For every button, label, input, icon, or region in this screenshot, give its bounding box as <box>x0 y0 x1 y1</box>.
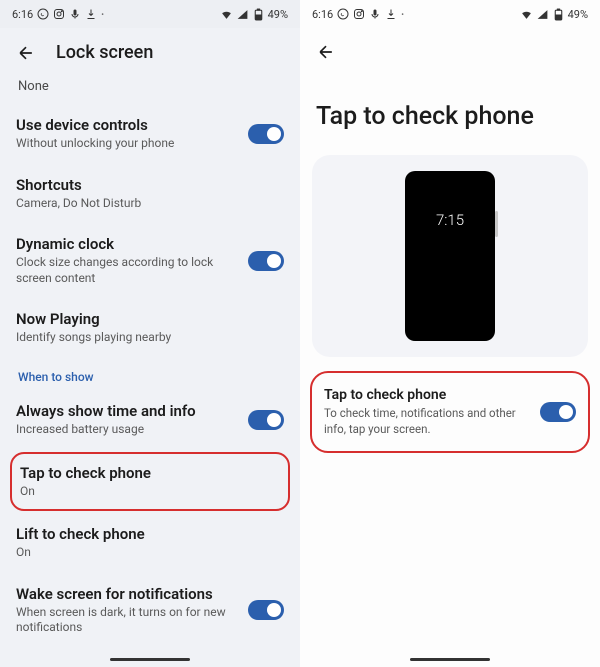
battery-icon <box>552 8 565 21</box>
setting-desc: When screen is dark, it turns on for new… <box>16 605 240 636</box>
setting-title: Lift to check phone <box>16 525 276 543</box>
section-when-to-show: When to show <box>16 358 284 390</box>
setting-always-show[interactable]: Always show time and info Increased batt… <box>16 390 284 450</box>
toggle-device-controls[interactable] <box>248 124 284 144</box>
toggle-always-show[interactable] <box>248 410 284 430</box>
status-dot: • <box>401 10 404 19</box>
status-dot: • <box>101 10 104 19</box>
instagram-icon <box>353 8 365 20</box>
setting-desc: On <box>20 484 272 500</box>
setting-desc: Increased battery usage <box>16 422 240 438</box>
setting-desc: Identify songs playing nearby <box>16 330 276 346</box>
signal-icon <box>236 8 249 21</box>
setting-title: Dynamic clock <box>16 235 240 253</box>
setting-desc: Without unlocking your phone <box>16 136 240 152</box>
whatsapp-icon <box>337 8 349 20</box>
setting-desc: Camera, Do Not Disturb <box>16 196 276 212</box>
page-title: Tap to check phone <box>308 72 592 155</box>
screen-lock-settings: 6:16 • 49% Lock screen None Use device c… <box>0 0 300 667</box>
status-bar: 6:16 • 49% <box>0 0 300 28</box>
detail-desc: To check time, notifications and other i… <box>324 406 532 437</box>
wifi-icon <box>220 8 233 21</box>
battery-percent: 49% <box>568 8 588 21</box>
nav-pill[interactable] <box>110 658 190 661</box>
download-icon <box>85 8 97 20</box>
setting-lift-to-check[interactable]: Lift to check phone On <box>16 513 284 573</box>
whatsapp-icon <box>37 8 49 20</box>
back-icon[interactable] <box>16 43 36 63</box>
status-time: 6:16 <box>12 8 33 21</box>
highlight-tap-to-check: Tap to check phone On <box>10 452 290 512</box>
phone-clock: 7:15 <box>436 211 464 229</box>
toggle-wake-notifications[interactable] <box>248 600 284 620</box>
setting-desc: Clock size changes according to lock scr… <box>16 255 240 286</box>
setting-dynamic-clock[interactable]: Dynamic clock Clock size changes accordi… <box>16 223 284 298</box>
setting-device-controls[interactable]: Use device controls Without unlocking yo… <box>16 104 284 164</box>
none-value[interactable]: None <box>16 73 284 104</box>
appbar: Lock screen <box>0 28 300 73</box>
battery-icon <box>252 8 265 21</box>
phone-side-button <box>495 211 498 237</box>
setting-title: Wake screen for notifications <box>16 585 240 603</box>
setting-title: Use device controls <box>16 116 240 134</box>
detail-title: Tap to check phone <box>324 387 532 403</box>
nav-pill[interactable] <box>410 658 490 661</box>
phone-mockup: 7:15 <box>405 171 495 341</box>
setting-now-playing[interactable]: Now Playing Identify songs playing nearb… <box>16 298 284 358</box>
microphone-icon <box>69 8 81 20</box>
highlight-detail-card: Tap to check phone To check time, notifi… <box>310 371 590 453</box>
microphone-icon <box>369 8 381 20</box>
screen-tap-to-check: 6:16 • 49% Tap to check phone 7:15 <box>300 0 600 667</box>
instagram-icon <box>53 8 65 20</box>
setting-title: Always show time and info <box>16 402 240 420</box>
page-title: Lock screen <box>56 42 153 63</box>
setting-tap-to-check[interactable]: Tap to check phone On <box>20 460 280 504</box>
wifi-icon <box>520 8 533 21</box>
battery-percent: 49% <box>268 8 288 21</box>
setting-title: Shortcuts <box>16 176 276 194</box>
setting-wake-notifications[interactable]: Wake screen for notifications When scree… <box>16 573 284 648</box>
appbar <box>300 28 600 72</box>
setting-desc: On <box>16 545 276 561</box>
status-time: 6:16 <box>312 8 333 21</box>
download-icon <box>385 8 397 20</box>
setting-title: Now Playing <box>16 310 276 328</box>
status-bar: 6:16 • 49% <box>300 0 600 28</box>
back-icon[interactable] <box>316 42 336 62</box>
setting-shortcuts[interactable]: Shortcuts Camera, Do Not Disturb <box>16 164 284 224</box>
toggle-tap-to-check[interactable] <box>540 402 576 422</box>
preview-card: 7:15 <box>312 155 588 357</box>
setting-title: Tap to check phone <box>20 464 272 482</box>
toggle-dynamic-clock[interactable] <box>248 251 284 271</box>
signal-icon <box>536 8 549 21</box>
